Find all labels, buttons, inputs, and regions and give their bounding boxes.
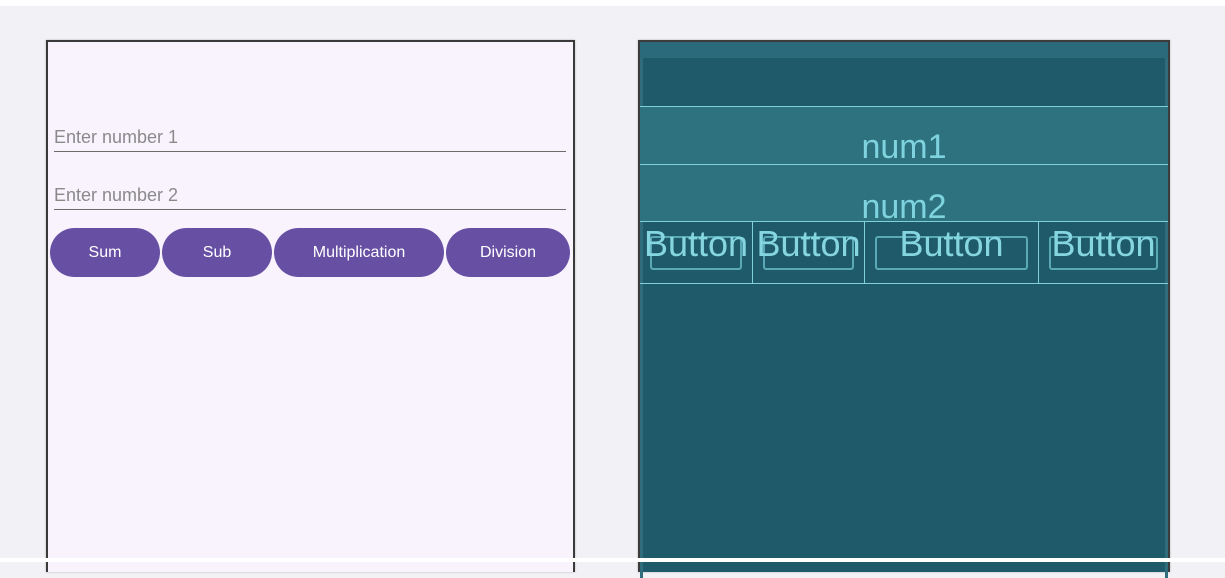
blueprint-button-label: Button bbox=[1051, 223, 1156, 264]
blueprint-button-cell[interactable]: Button bbox=[1039, 222, 1168, 283]
blueprint-preview: num1 num2 Button Button Button Button bbox=[638, 40, 1170, 578]
top-strip bbox=[0, 0, 1225, 6]
layout-editor-canvas: Enter number 1 Enter number 2 Sum Sub Mu… bbox=[0, 0, 1225, 578]
number-1-input[interactable]: Enter number 1 bbox=[54, 122, 566, 152]
blueprint-button-cell[interactable]: Button bbox=[640, 222, 753, 283]
blueprint-button-cell[interactable]: Button bbox=[865, 222, 1039, 283]
blueprint-num1-label: num1 bbox=[861, 128, 947, 166]
sub-button[interactable]: Sub bbox=[162, 228, 272, 277]
blueprint-button-label: Button bbox=[899, 223, 1004, 264]
multiplication-button[interactable]: Multiplication bbox=[274, 228, 444, 277]
blueprint-button-row: Button Button Button Button bbox=[640, 222, 1168, 284]
blueprint-status-bar bbox=[640, 42, 1168, 58]
blueprint-button-label: Button bbox=[756, 223, 861, 264]
design-preview: Enter number 1 Enter number 2 Sum Sub Mu… bbox=[46, 40, 575, 572]
blueprint-button-label: Button bbox=[643, 223, 749, 264]
division-button[interactable]: Division bbox=[446, 228, 570, 277]
blueprint-button-cell[interactable]: Button bbox=[753, 222, 865, 283]
blueprint-num2-label: num2 bbox=[861, 188, 947, 226]
sum-button[interactable]: Sum bbox=[50, 228, 160, 277]
bottom-strip bbox=[0, 558, 1225, 562]
number-2-input[interactable]: Enter number 2 bbox=[54, 180, 566, 210]
